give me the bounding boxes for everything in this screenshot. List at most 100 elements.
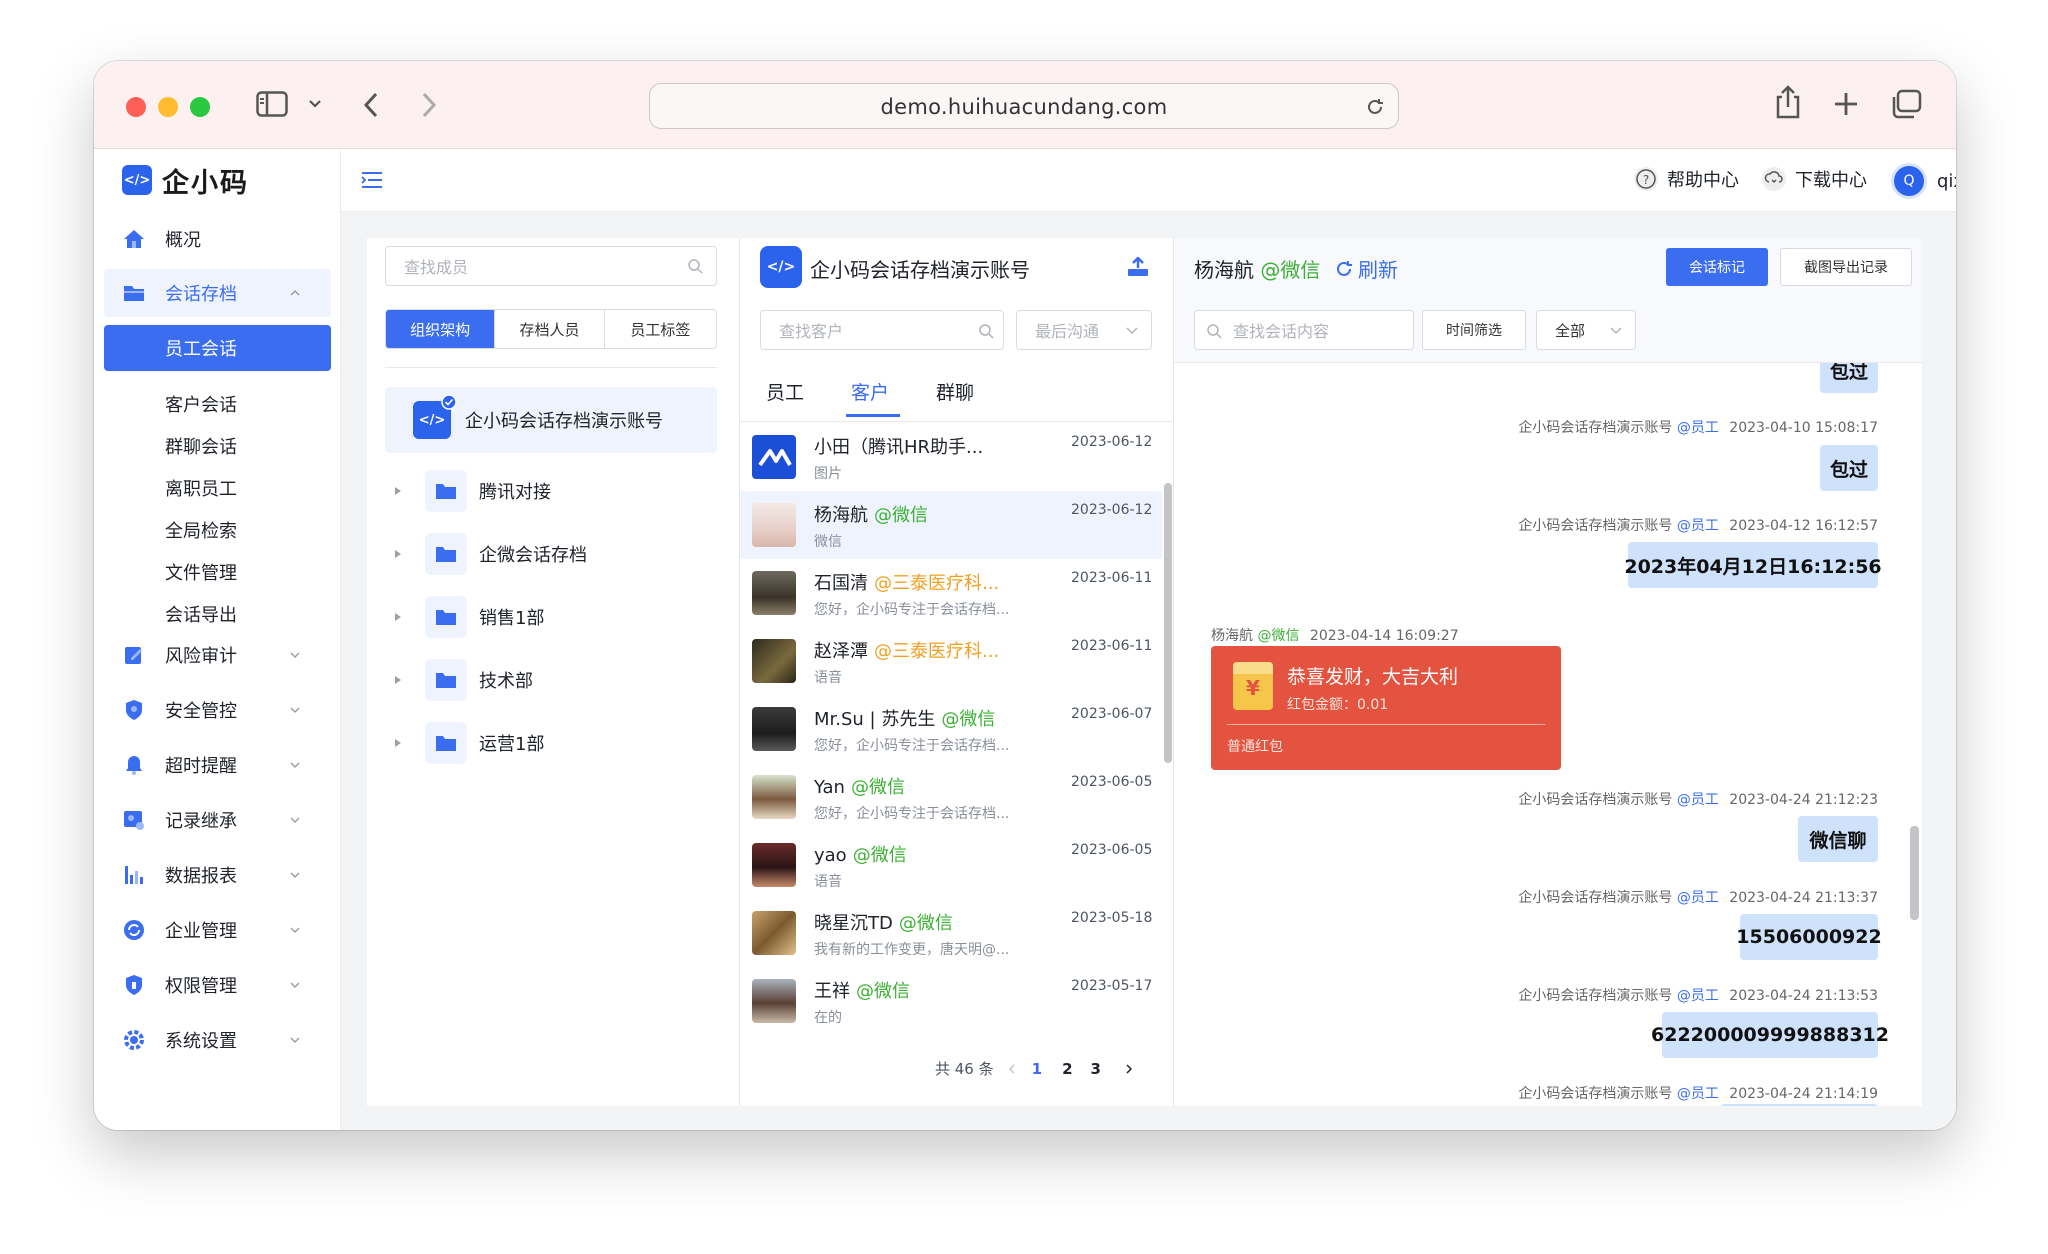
prev-page-icon[interactable] xyxy=(1008,1063,1016,1075)
sidebar-subitem-files[interactable]: 文件管理 xyxy=(165,559,237,585)
download-center-link[interactable]: 下载中心 xyxy=(1761,166,1867,192)
sidebar-item-archive[interactable]: 会话存档 xyxy=(104,269,331,317)
user-menu[interactable]: Q qixiaoma xyxy=(1891,163,1956,199)
close-window-button[interactable] xyxy=(126,97,146,117)
conversation-name: 晓星沉TD @微信 xyxy=(814,909,953,935)
sidebar-item-risk-audit[interactable]: 风险审计 xyxy=(94,631,341,679)
conversation-item[interactable]: Mr.Su | 苏先生 @微信 您好，企小码专注于会话存档... 2023-06-07 xyxy=(740,695,1162,763)
scope-select[interactable]: 全部 xyxy=(1536,310,1636,350)
sidebar-item-security[interactable]: 安全管控 xyxy=(94,686,341,734)
next-page-icon[interactable] xyxy=(1125,1063,1133,1075)
message-time: 2023-04-14 16:09:27 xyxy=(1309,628,1459,644)
sidebar-item-settings[interactable]: 系统设置 xyxy=(94,1016,341,1064)
tree-folder-wecom-archive[interactable]: 企微会话存档 xyxy=(385,523,717,585)
sidebar-subitem-global-search[interactable]: 全局检索 xyxy=(165,517,237,543)
tree-folder-tencent[interactable]: 腾讯对接 xyxy=(385,460,717,522)
menu-collapse-icon[interactable] xyxy=(361,170,383,190)
sidebar-toggle-icon[interactable] xyxy=(256,91,288,117)
address-bar[interactable]: demo.huihuacundang.com xyxy=(649,83,1399,129)
conversation-date: 2023-06-05 xyxy=(1071,774,1153,790)
time-filter-button[interactable]: 时间筛选 xyxy=(1422,310,1526,350)
conversation-item[interactable]: 赵泽潭 @三泰医疗科... 语音 2023-06-11 xyxy=(740,627,1162,695)
sort-select[interactable]: 最后沟通 xyxy=(1016,310,1152,350)
sidebar-subitem-resigned[interactable]: 离职员工 xyxy=(165,475,237,501)
tree-folder-tech[interactable]: 技术部 xyxy=(385,649,717,711)
tab-groups[interactable]: 群聊 xyxy=(936,378,974,405)
sidebar-subitem-group-chat[interactable]: 群聊会话 xyxy=(165,433,237,459)
tab-org-structure[interactable]: 组织架构 xyxy=(386,310,496,348)
folder-icon xyxy=(425,722,467,764)
conversation-item[interactable]: 石国清 @三泰医疗科... 您好，企小码专注于会话存档... 2023-06-11 xyxy=(740,559,1162,627)
contact-tag: @微信 xyxy=(856,981,910,1002)
help-center-link[interactable]: ? 帮助中心 xyxy=(1633,166,1739,192)
tree-root[interactable]: </> 企小码会话存档演示账号 xyxy=(385,387,717,453)
tree-folder-ops-1[interactable]: 运营1部 xyxy=(385,712,717,774)
gear-icon xyxy=(124,1030,144,1050)
page-3[interactable]: 3 xyxy=(1091,1060,1101,1078)
sidebar-subitem-staff-chat[interactable]: 员工会话 xyxy=(104,325,331,371)
sidebar-subitem-customer-chat[interactable]: 客户会话 xyxy=(165,391,237,417)
tab-staff[interactable]: 员工 xyxy=(766,378,804,405)
chat-search-input[interactable]: 查找会话内容 xyxy=(1194,310,1414,350)
customer-search-input[interactable]: 查找客户 xyxy=(760,310,1004,350)
list-scrollbar[interactable] xyxy=(1164,483,1172,763)
transfer-icon[interactable] xyxy=(1127,257,1149,277)
contact-name: 王祥 xyxy=(814,981,850,1002)
page-1[interactable]: 1 xyxy=(1032,1060,1042,1078)
reload-icon[interactable] xyxy=(1364,96,1386,118)
conversation-item[interactable]: yao @微信 语音 2023-06-05 xyxy=(740,831,1162,899)
conversation-item[interactable]: 小田（腾讯HR助手... 图片 2023-06-12 xyxy=(740,423,1162,491)
tab-staff-tags[interactable]: 员工标签 xyxy=(605,310,716,348)
chart-icon xyxy=(125,866,143,884)
conversation-preview: 微信 xyxy=(814,534,842,550)
contact-name: 小田（腾讯HR助手... xyxy=(814,437,984,458)
forward-icon[interactable] xyxy=(420,91,438,119)
back-icon[interactable] xyxy=(362,91,380,119)
browser-titlebar: demo.huihuacundang.com xyxy=(94,61,1956,149)
conversation-item[interactable]: Yan @微信 您好，企小码专注于会话存档... 2023-06-05 xyxy=(740,763,1162,831)
page-2[interactable]: 2 xyxy=(1062,1060,1072,1078)
sidebar-item-record-inherit[interactable]: 记录继承 xyxy=(94,796,341,844)
avatar xyxy=(752,571,796,615)
new-tab-icon[interactable] xyxy=(1833,91,1859,117)
message-meta: 企小码会话存档演示账号 @员工 2023-04-10 15:08:17 xyxy=(1518,417,1878,437)
search-icon xyxy=(1207,324,1222,339)
conversation-item[interactable]: 晓星沉TD @微信 我有新的工作变更，唐天明@... 2023-05-18 xyxy=(740,899,1162,967)
sidebar-subitem-export[interactable]: 会话导出 xyxy=(165,601,237,627)
app-sidebar: </> 企小码 概况 会话存档 员工会话 客户会话 群聊会话 离职员工 全局检索… xyxy=(94,149,341,1130)
expand-arrow-icon[interactable] xyxy=(394,612,402,622)
expand-arrow-icon[interactable] xyxy=(394,549,402,559)
conversation-item[interactable]: 王祥 @微信 在的 2023-05-17 xyxy=(740,967,1162,1033)
sidebar-item-data-report[interactable]: 数据报表 xyxy=(94,851,341,899)
share-icon[interactable] xyxy=(1774,85,1802,119)
conversation-name: 小田（腾讯HR助手... xyxy=(814,433,983,459)
sidebar-item-label: 安全管控 xyxy=(165,701,237,722)
zoom-window-button[interactable] xyxy=(190,97,210,117)
tab-archived-staff[interactable]: 存档人员 xyxy=(495,310,605,348)
sidebar-item-timeout-reminder[interactable]: 超时提醒 xyxy=(94,741,341,789)
sidebar-item-enterprise[interactable]: 企业管理 xyxy=(94,906,341,954)
sidebar-item-overview[interactable]: 概况 xyxy=(94,215,341,263)
refresh-button[interactable]: 刷新 xyxy=(1334,254,1398,283)
tabs-overview-icon[interactable] xyxy=(1890,89,1922,119)
mark-session-button[interactable]: 会话标记 xyxy=(1666,248,1768,286)
conversation-item[interactable]: 杨海航 @微信 微信 2023-06-12 xyxy=(740,491,1162,559)
message-bubble: 15506000922 xyxy=(1736,914,1882,960)
sidebar-item-permission[interactable]: 权限管理 xyxy=(94,961,341,1009)
chevron-down-icon xyxy=(290,762,300,769)
tab-customers[interactable]: 客户 xyxy=(851,378,889,405)
chevron-down-icon xyxy=(290,927,300,934)
tree-folder-sales-1[interactable]: 销售1部 xyxy=(385,586,717,648)
minimize-window-button[interactable] xyxy=(158,97,178,117)
export-screenshot-button[interactable]: 截图导出记录 xyxy=(1780,248,1912,286)
chat-scrollbar[interactable] xyxy=(1910,826,1919,920)
red-packet-title: 恭喜发财，大吉大利 xyxy=(1287,666,1459,688)
expand-arrow-icon[interactable] xyxy=(394,486,402,496)
app-logo[interactable]: </> 企小码 xyxy=(122,163,249,199)
message-sender: 企小码会话存档演示账号 xyxy=(1518,518,1673,534)
member-search-input[interactable]: 查找成员 xyxy=(385,246,717,286)
expand-arrow-icon[interactable] xyxy=(394,675,402,685)
expand-arrow-icon[interactable] xyxy=(394,738,402,748)
chevron-down-icon[interactable] xyxy=(308,99,322,109)
red-packet-message[interactable]: ¥ 恭喜发财，大吉大利 红包金额：0.01 普通红包 xyxy=(1211,646,1561,770)
